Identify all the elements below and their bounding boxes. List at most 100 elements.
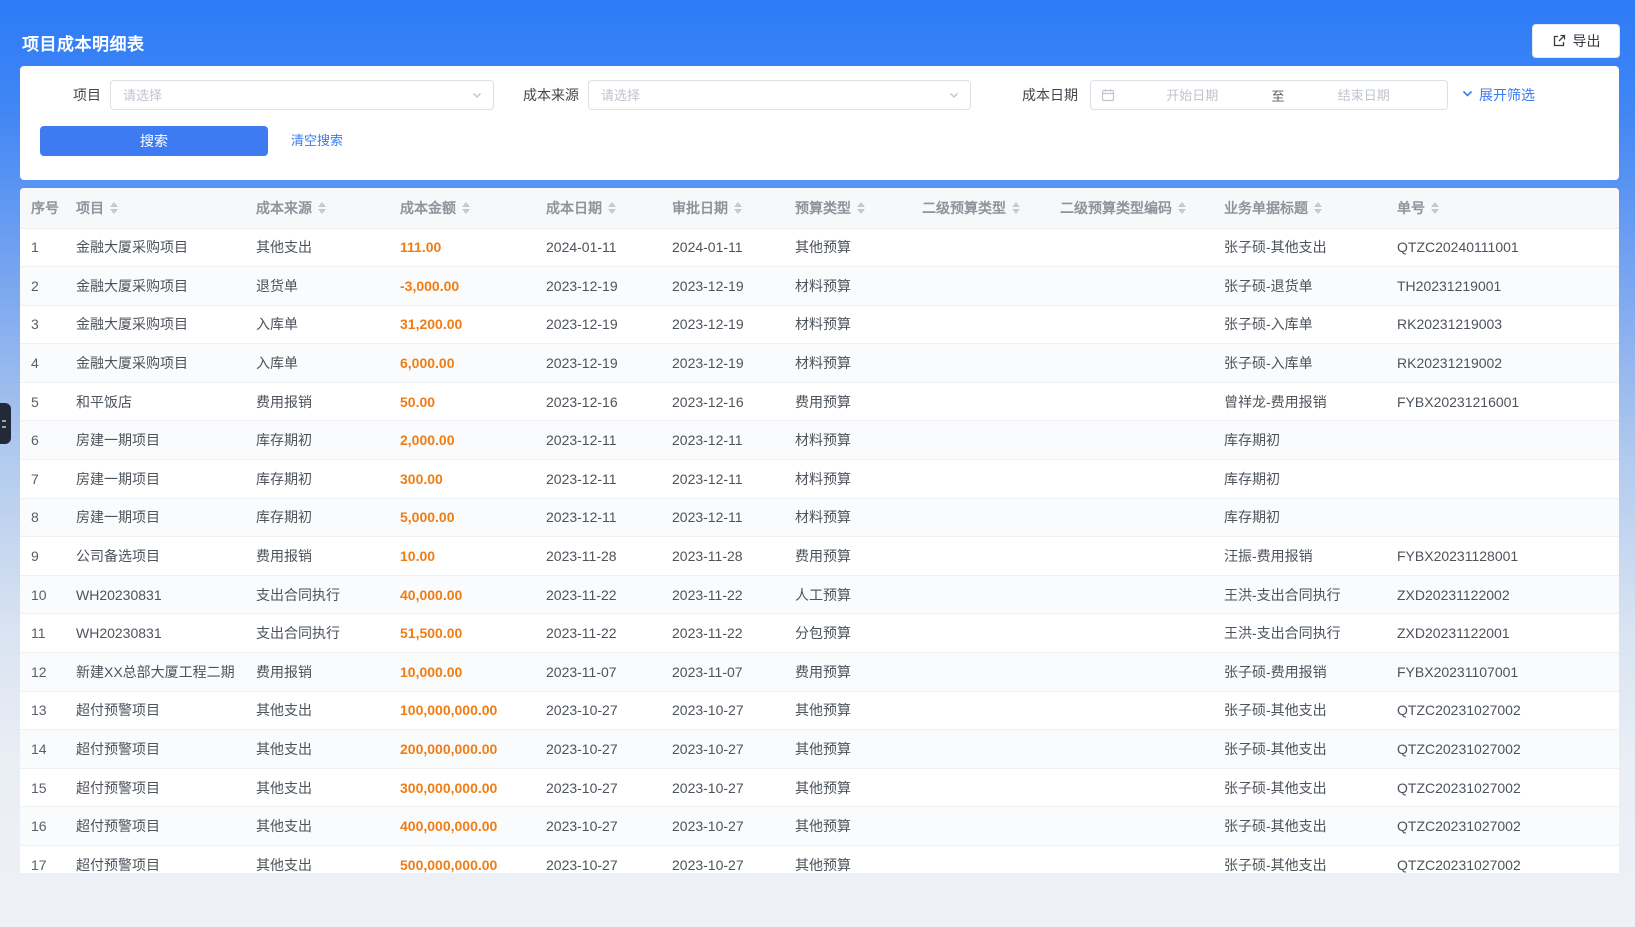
- column-header-2[interactable]: 项目: [66, 188, 246, 228]
- search-button[interactable]: 搜索: [40, 126, 268, 156]
- table-cell: 2024-01-11: [536, 228, 662, 267]
- table-row[interactable]: 13超付预警项目其他支出100,000,000.002023-10-272023…: [20, 691, 1619, 730]
- table-cell: 金融大厦采购项目: [66, 228, 246, 267]
- table-row[interactable]: 16超付预警项目其他支出400,000,000.002023-10-272023…: [20, 807, 1619, 846]
- column-header-7[interactable]: 预算类型: [785, 188, 912, 228]
- table-cell: 退货单: [246, 267, 390, 306]
- end-date-input[interactable]: [1291, 88, 1438, 103]
- column-header-9[interactable]: 二级预算类型编码: [1050, 188, 1214, 228]
- table-cell: 2023-10-27: [536, 691, 662, 730]
- table-cell: 2023-12-11: [536, 421, 662, 460]
- table-cell: [912, 305, 1050, 344]
- table-cell: [1050, 537, 1214, 576]
- column-header-6[interactable]: 审批日期: [662, 188, 785, 228]
- table-cell: 5,000.00: [390, 498, 536, 537]
- table-cell: 17: [20, 846, 66, 874]
- table-cell: 2023-12-19: [662, 267, 785, 306]
- table-cell: 2023-10-27: [662, 807, 785, 846]
- cost-source-filter-label: 成本来源: [523, 80, 579, 110]
- column-header-3[interactable]: 成本来源: [246, 188, 390, 228]
- table-cell: [1387, 421, 1619, 460]
- sort-icon[interactable]: [318, 202, 326, 214]
- table-cell: 2023-12-11: [536, 498, 662, 537]
- expand-filters-link[interactable]: 展开筛选: [1461, 80, 1535, 110]
- table-cell: 库存期初: [246, 460, 390, 499]
- column-header-8[interactable]: 二级预算类型: [912, 188, 1050, 228]
- table-cell: 5: [20, 382, 66, 421]
- export-button[interactable]: 导出: [1532, 24, 1620, 58]
- clear-search-link[interactable]: 清空搜索: [291, 126, 343, 156]
- table-cell: 其他支出: [246, 768, 390, 807]
- table-cell: 2023-12-11: [662, 498, 785, 537]
- table-row[interactable]: 17超付预警项目其他支出500,000,000.002023-10-272023…: [20, 846, 1619, 874]
- table-cell: 300.00: [390, 460, 536, 499]
- sidebar-toggle-handle[interactable]: [0, 403, 11, 444]
- table-row[interactable]: 9公司备选项目费用报销10.002023-11-282023-11-28费用预算…: [20, 537, 1619, 576]
- sort-icon[interactable]: [1178, 202, 1186, 214]
- table-cell: 新建XX总部大厦工程二期: [66, 653, 246, 692]
- table-cell: 2023-11-28: [662, 537, 785, 576]
- table-cell: 400,000,000.00: [390, 807, 536, 846]
- sort-icon[interactable]: [110, 202, 118, 214]
- chevron-down-icon: [948, 89, 960, 101]
- table-cell: QTZC20231027002: [1387, 730, 1619, 769]
- table-cell: 其他支出: [246, 730, 390, 769]
- table-row[interactable]: 6房建一期项目库存期初2,000.002023-12-112023-12-11材…: [20, 421, 1619, 460]
- table-row[interactable]: 11WH20230831支出合同执行51,500.002023-11-22202…: [20, 614, 1619, 653]
- sort-icon[interactable]: [857, 202, 865, 214]
- table-row[interactable]: 10WH20230831支出合同执行40,000.002023-11-22202…: [20, 575, 1619, 614]
- table-cell: 张子硕-退货单: [1214, 267, 1387, 306]
- sort-icon[interactable]: [734, 202, 742, 214]
- table-row[interactable]: 12新建XX总部大厦工程二期费用报销10,000.002023-11-07202…: [20, 653, 1619, 692]
- column-header-label: 业务单据标题: [1224, 198, 1308, 218]
- table-row[interactable]: 14超付预警项目其他支出200,000,000.002023-10-272023…: [20, 730, 1619, 769]
- sort-icon[interactable]: [1431, 202, 1439, 214]
- sort-icon[interactable]: [1314, 202, 1322, 214]
- table-row[interactable]: 15超付预警项目其他支出300,000,000.002023-10-272023…: [20, 768, 1619, 807]
- table-cell: 房建一期项目: [66, 498, 246, 537]
- column-header-10[interactable]: 业务单据标题: [1214, 188, 1387, 228]
- table-cell: 2023-11-07: [536, 653, 662, 692]
- table-row[interactable]: 7房建一期项目库存期初300.002023-12-112023-12-11材料预…: [20, 460, 1619, 499]
- table-cell: [912, 575, 1050, 614]
- project-filter-label: 项目: [73, 80, 101, 110]
- table-cell: 其他预算: [785, 691, 912, 730]
- table-row[interactable]: 3金融大厦采购项目入库单31,200.002023-12-192023-12-1…: [20, 305, 1619, 344]
- table-cell: 费用预算: [785, 537, 912, 576]
- table-cell: 费用报销: [246, 382, 390, 421]
- cost-source-select[interactable]: [588, 80, 971, 110]
- table-cell: 2023-11-22: [662, 614, 785, 653]
- table-cell: [912, 653, 1050, 692]
- cost-source-select-input[interactable]: [589, 88, 948, 103]
- table-cell: 2,000.00: [390, 421, 536, 460]
- table-cell: 2023-12-19: [662, 305, 785, 344]
- table-cell: 支出合同执行: [246, 614, 390, 653]
- sort-icon[interactable]: [608, 202, 616, 214]
- table-cell: [1050, 730, 1214, 769]
- table-row[interactable]: 2金融大厦采购项目退货单-3,000.002023-12-192023-12-1…: [20, 267, 1619, 306]
- column-header-label: 成本金额: [400, 198, 456, 218]
- handle-grip-icon: [2, 426, 6, 428]
- table-row[interactable]: 4金融大厦采购项目入库单6,000.002023-12-192023-12-19…: [20, 344, 1619, 383]
- project-select[interactable]: [110, 80, 494, 110]
- table-cell: 2023-10-27: [536, 846, 662, 874]
- sort-icon[interactable]: [1012, 202, 1020, 214]
- page-title: 项目成本明细表: [22, 30, 145, 55]
- project-select-input[interactable]: [111, 88, 471, 103]
- column-header-11[interactable]: 单号: [1387, 188, 1619, 228]
- column-header-5[interactable]: 成本日期: [536, 188, 662, 228]
- column-header-4[interactable]: 成本金额: [390, 188, 536, 228]
- table-cell: [1050, 344, 1214, 383]
- table-cell: 2023-10-27: [536, 807, 662, 846]
- table-row[interactable]: 8房建一期项目库存期初5,000.002023-12-112023-12-11材…: [20, 498, 1619, 537]
- sort-icon[interactable]: [462, 202, 470, 214]
- table-cell: QTZC20231027002: [1387, 807, 1619, 846]
- table-row[interactable]: 1金融大厦采购项目其他支出111.002024-01-112024-01-11其…: [20, 228, 1619, 267]
- table-cell: 500,000,000.00: [390, 846, 536, 874]
- table-cell: [1050, 653, 1214, 692]
- cost-date-range-picker[interactable]: 至: [1090, 80, 1448, 110]
- table-cell: [912, 344, 1050, 383]
- table-row[interactable]: 5和平饭店费用报销50.002023-12-162023-12-16费用预算曾祥…: [20, 382, 1619, 421]
- table-cell: [912, 382, 1050, 421]
- start-date-input[interactable]: [1119, 88, 1266, 103]
